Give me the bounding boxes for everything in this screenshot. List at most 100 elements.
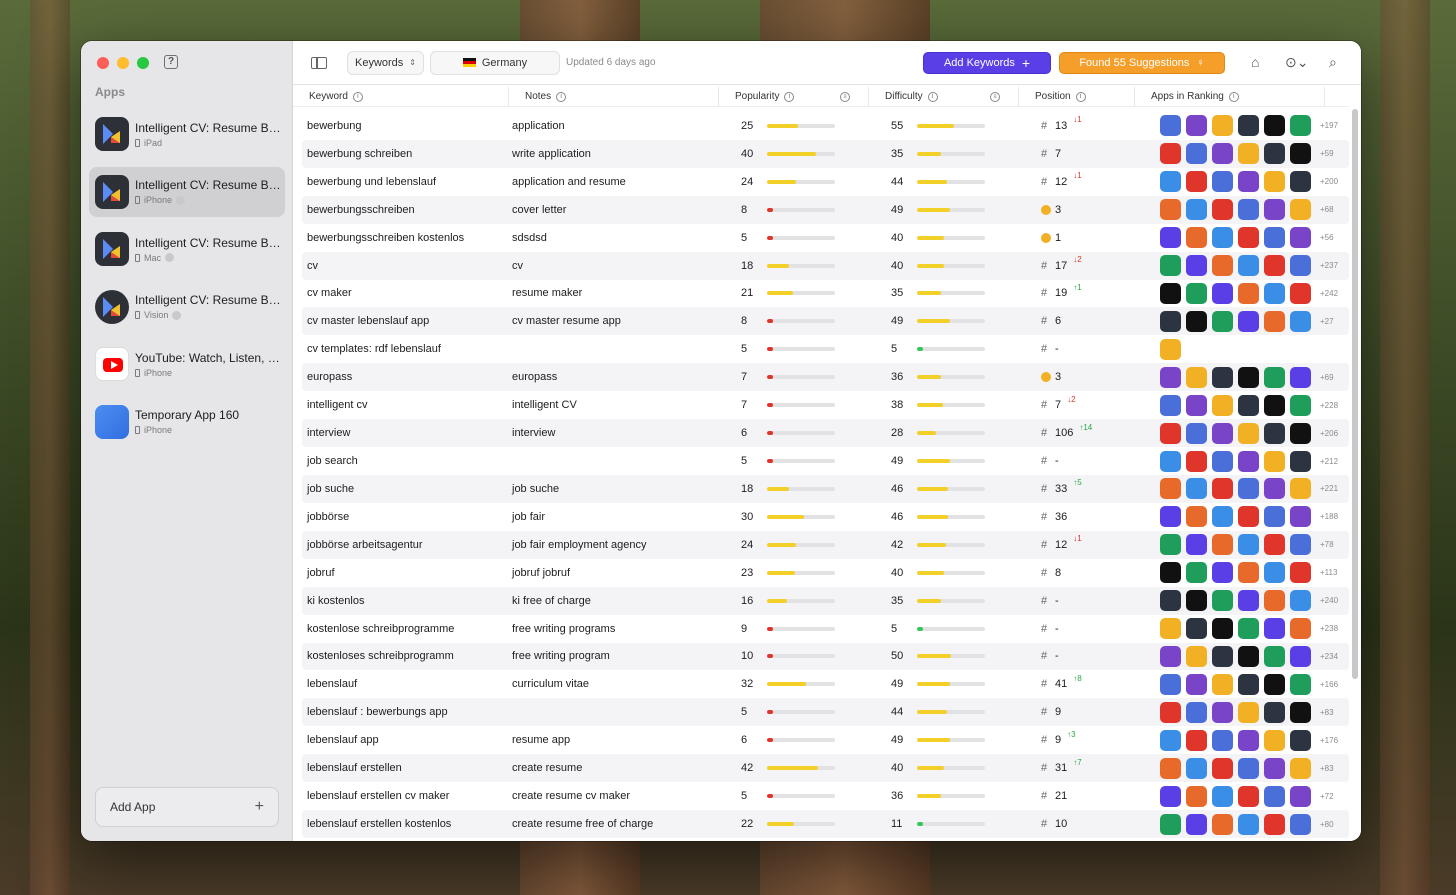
table-row[interactable]: bewerbungsschreiben kostenlos sdsdsd 5 40 1 +… [302, 224, 1349, 252]
table-row[interactable]: bewerbung application 25 55 #13 ↓1 +197 [302, 112, 1349, 140]
ranking-app-icon[interactable] [1160, 199, 1181, 221]
ranking-app-icon[interactable] [1212, 171, 1233, 193]
table-row[interactable]: bewerbung schreiben write application 40 35… [302, 139, 1349, 168]
ranking-app-icon[interactable] [1264, 227, 1285, 249]
ranking-app-icon[interactable] [1212, 757, 1233, 779]
ranking-app-icon[interactable] [1238, 255, 1259, 277]
ranking-app-icon[interactable] [1160, 115, 1181, 137]
ranking-app-icon[interactable] [1160, 310, 1181, 332]
ranking-app-icon[interactable] [1238, 506, 1259, 528]
ranking-app-icon[interactable] [1290, 310, 1311, 332]
ranking-app-icon[interactable] [1186, 590, 1207, 612]
ranking-app-icon[interactable] [1290, 478, 1311, 500]
note-cell[interactable]: jobruf jobruf [511, 567, 736, 579]
ranking-app-icon[interactable] [1212, 562, 1233, 584]
more-apps-count[interactable]: +72 [1320, 792, 1334, 801]
minimize-button[interactable] [117, 57, 129, 69]
ranking-app-icon[interactable] [1264, 813, 1285, 835]
close-button[interactable] [97, 57, 109, 69]
table-row[interactable]: lebenslauf curriculum vitae 32 49 #41 ↑8 +166 [302, 670, 1349, 698]
ranking-app-icon[interactable] [1212, 227, 1233, 249]
ranking-app-icon[interactable] [1186, 701, 1207, 723]
ranking-app-icon[interactable] [1290, 394, 1311, 416]
ranking-app-icon[interactable] [1186, 757, 1207, 779]
ranking-app-icon[interactable] [1212, 645, 1233, 667]
sidebar-app-item[interactable]: YouTube: Watch, Listen, Stream iPhone [89, 339, 285, 389]
ranking-app-icon[interactable] [1264, 199, 1285, 221]
ranking-app-icon[interactable] [1160, 673, 1181, 695]
filter-icon[interactable]: ≡ [990, 91, 1000, 102]
table-row[interactable]: lebenslauf erstellen create resume 42 40 #31… [302, 754, 1349, 783]
table-row[interactable]: cv templates: rdf lebenslauf 5 5 # - [302, 335, 1349, 363]
table-row[interactable]: lebenslauf erstellen kostenlos create res… [302, 810, 1349, 838]
ranking-app-icon[interactable] [1160, 394, 1181, 416]
note-cell[interactable]: job suche [511, 483, 736, 495]
table-row[interactable]: intelligent cv intelligent CV 7 38 #7 ↓2 +228 [302, 391, 1349, 419]
note-cell[interactable]: europass [511, 371, 736, 383]
ranking-app-icon[interactable] [1212, 115, 1233, 137]
column-notes[interactable]: Notes i [509, 86, 719, 107]
note-cell[interactable]: intelligent CV [511, 399, 736, 411]
info-icon[interactable]: i [1228, 91, 1239, 102]
ranking-app-icon[interactable] [1238, 785, 1259, 807]
ranking-app-icon[interactable] [1212, 701, 1233, 723]
more-apps-count[interactable]: +234 [1320, 652, 1338, 661]
ranking-app-icon[interactable] [1238, 199, 1259, 221]
ranking-app-icon[interactable] [1212, 143, 1233, 165]
ranking-app-icon[interactable] [1238, 227, 1259, 249]
ranking-app-icon[interactable] [1238, 813, 1259, 835]
ranking-app-icon[interactable] [1160, 478, 1181, 500]
note-cell[interactable]: write application [511, 148, 736, 160]
ranking-app-icon[interactable] [1290, 562, 1311, 584]
view-select[interactable]: Keywords ⇕ [347, 50, 424, 75]
ranking-app-icon[interactable] [1238, 757, 1259, 779]
ranking-app-icon[interactable] [1264, 757, 1285, 779]
ranking-app-icon[interactable] [1264, 115, 1285, 137]
ranking-app-icon[interactable] [1160, 255, 1181, 277]
more-apps-count[interactable]: +69 [1320, 373, 1334, 382]
table-row[interactable]: jobbörse job fair 30 46 #36 +188 [302, 503, 1349, 531]
ranking-app-icon[interactable] [1290, 618, 1311, 640]
note-cell[interactable]: sdsdsd [511, 232, 736, 244]
ranking-app-icon[interactable] [1264, 785, 1285, 807]
more-apps-count[interactable]: +221 [1320, 484, 1338, 493]
ranking-app-icon[interactable] [1160, 729, 1181, 751]
ranking-app-icon[interactable] [1186, 282, 1207, 304]
ranking-app-icon[interactable] [1212, 813, 1233, 835]
ranking-app-icon[interactable] [1212, 534, 1233, 556]
ranking-app-icon[interactable] [1290, 199, 1311, 221]
ranking-app-icon[interactable] [1290, 785, 1311, 807]
table-row[interactable]: job suche job suche 18 46 #33 ↑5 +221 [302, 474, 1349, 503]
ranking-app-icon[interactable] [1160, 422, 1181, 444]
found-suggestions-button[interactable]: Found 55 Suggestions ♀ [1059, 52, 1225, 74]
ranking-app-icon[interactable] [1264, 171, 1285, 193]
ranking-app-icon[interactable] [1290, 729, 1311, 751]
ranking-app-icon[interactable] [1160, 366, 1181, 388]
ranking-app-icon[interactable] [1264, 450, 1285, 472]
ranking-app-icon[interactable] [1186, 171, 1207, 193]
table-row[interactable]: lebenslauf app resume app 6 49 #9 ↑3 +176 [302, 726, 1349, 754]
ranking-app-icon[interactable] [1290, 506, 1311, 528]
more-apps-count[interactable]: +197 [1320, 121, 1338, 130]
search-icon[interactable]: ⌕ [1329, 54, 1337, 71]
table-row[interactable]: kostenlose schreibprogramme free writing … [302, 615, 1349, 643]
ranking-app-icon[interactable] [1238, 534, 1259, 556]
ranking-app-icon[interactable] [1264, 255, 1285, 277]
ranking-app-icon[interactable] [1290, 115, 1311, 137]
ranking-app-icon[interactable] [1212, 310, 1233, 332]
ranking-app-icon[interactable] [1290, 422, 1311, 444]
sidebar-app-item[interactable]: Intelligent CV: Resume Builder iPad [89, 109, 285, 159]
ranking-app-icon[interactable] [1160, 618, 1181, 640]
ranking-app-icon[interactable] [1186, 115, 1207, 137]
ranking-app-icon[interactable] [1264, 366, 1285, 388]
table-row[interactable]: europass europass 7 36 3 +69 [302, 363, 1349, 392]
ranking-app-icon[interactable] [1264, 282, 1285, 304]
ranking-app-icon[interactable] [1186, 422, 1207, 444]
ranking-app-icon[interactable] [1290, 366, 1311, 388]
ranking-app-icon[interactable] [1264, 562, 1285, 584]
more-apps-count[interactable]: +212 [1320, 457, 1338, 466]
ranking-app-icon[interactable] [1264, 618, 1285, 640]
ranking-app-icon[interactable] [1212, 366, 1233, 388]
ranking-app-icon[interactable] [1186, 310, 1207, 332]
table-row[interactable]: bewerbungsschreiben cover letter 8 49 3 +68 [302, 195, 1349, 224]
